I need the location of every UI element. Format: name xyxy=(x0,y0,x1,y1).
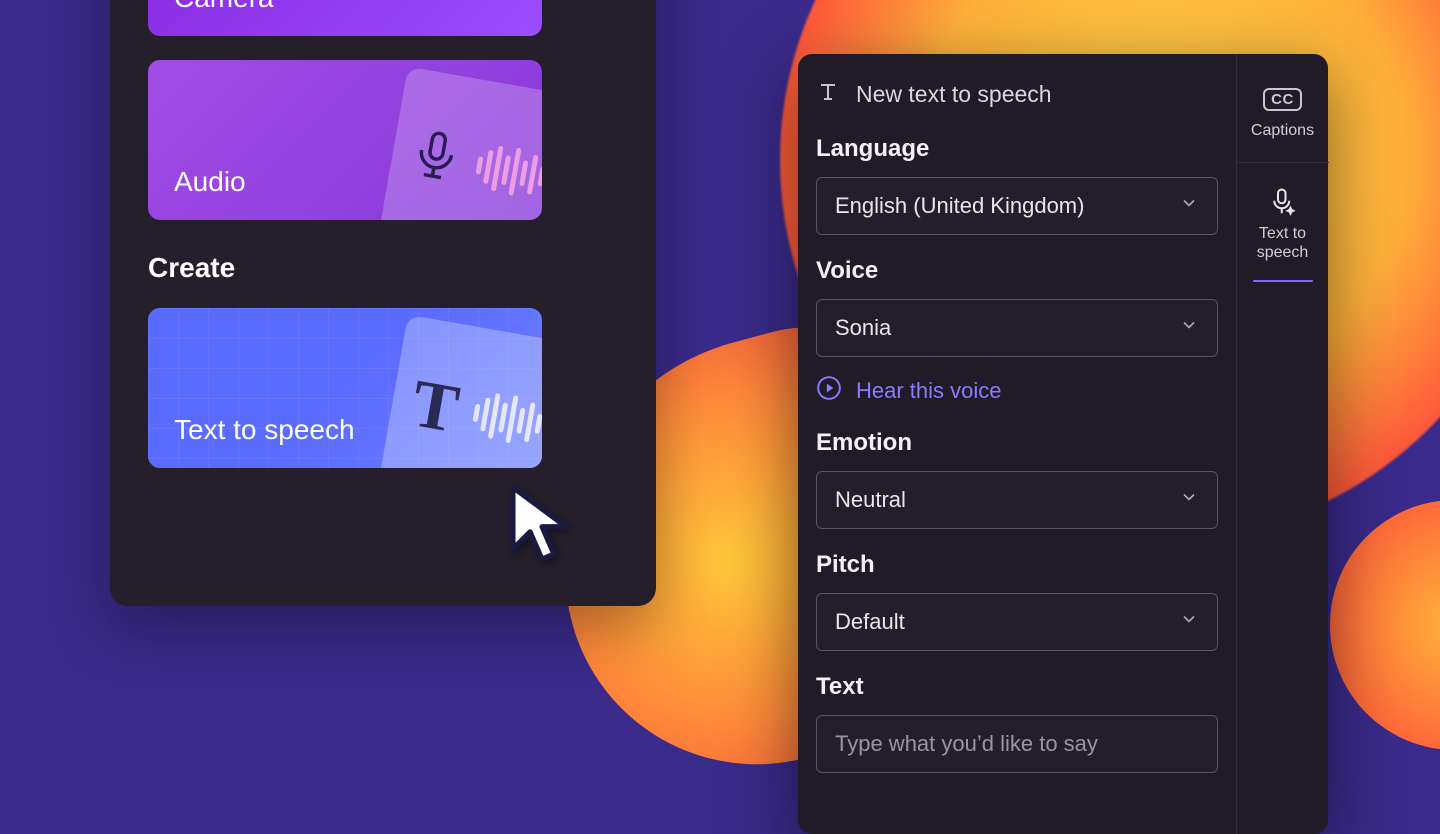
card-text-to-speech[interactable]: Text to speech T xyxy=(148,308,542,468)
cursor-icon xyxy=(507,484,577,571)
chevron-down-icon xyxy=(1179,487,1199,513)
panel-header: New text to speech xyxy=(816,80,1218,109)
card-label: Camera xyxy=(174,0,274,14)
select-value: Sonia xyxy=(835,315,891,341)
decorative-blob xyxy=(1330,500,1440,750)
text-input[interactable]: Type what you’d like to say xyxy=(816,715,1218,773)
hear-this-voice-button[interactable]: Hear this voice xyxy=(816,375,1218,407)
select-value: Neutral xyxy=(835,487,906,513)
panel-side-tabs: CC Captions Text to speech xyxy=(1236,54,1328,834)
chevron-down-icon xyxy=(1179,609,1199,635)
waveform-icon xyxy=(470,389,542,448)
microphone-sparkle-icon xyxy=(1262,187,1304,217)
select-value: English (United Kingdom) xyxy=(835,193,1084,219)
select-emotion[interactable]: Neutral xyxy=(816,471,1218,529)
card-illustration xyxy=(379,67,542,220)
text-input-placeholder: Type what you’d like to say xyxy=(835,731,1098,757)
hear-this-voice-label: Hear this voice xyxy=(856,378,1002,404)
waveform-icon xyxy=(473,141,542,200)
label-pitch: Pitch xyxy=(816,551,1218,579)
panel-title: New text to speech xyxy=(856,81,1052,108)
card-label: Audio xyxy=(174,166,246,198)
chevron-down-icon xyxy=(1179,315,1199,341)
select-pitch[interactable]: Default xyxy=(816,593,1218,651)
card-audio[interactable]: Audio xyxy=(148,60,542,220)
chevron-down-icon xyxy=(1179,193,1199,219)
text-to-speech-panel: New text to speech Language English (Uni… xyxy=(798,54,1328,834)
card-illustration: T xyxy=(379,315,542,468)
closed-captions-icon: CC xyxy=(1262,84,1304,114)
letter-t-icon: T xyxy=(406,363,464,449)
play-circle-icon xyxy=(816,375,842,407)
microphone-icon xyxy=(405,124,466,191)
select-language[interactable]: English (United Kingdom) xyxy=(816,177,1218,235)
text-icon xyxy=(816,80,840,109)
tab-label: Text to speech xyxy=(1237,225,1329,262)
tab-text-to-speech[interactable]: Text to speech xyxy=(1237,179,1329,300)
select-voice[interactable]: Sonia xyxy=(816,299,1218,357)
select-value: Default xyxy=(835,609,905,635)
section-heading-create: Create xyxy=(148,252,618,284)
label-voice: Voice xyxy=(816,257,1218,285)
label-text: Text xyxy=(816,673,1218,701)
card-camera[interactable]: Camera xyxy=(148,0,542,36)
label-emotion: Emotion xyxy=(816,429,1218,457)
label-language: Language xyxy=(816,135,1218,163)
tab-captions[interactable]: CC Captions xyxy=(1237,76,1329,163)
card-label: Text to speech xyxy=(174,414,355,446)
tab-label: Captions xyxy=(1251,122,1314,140)
